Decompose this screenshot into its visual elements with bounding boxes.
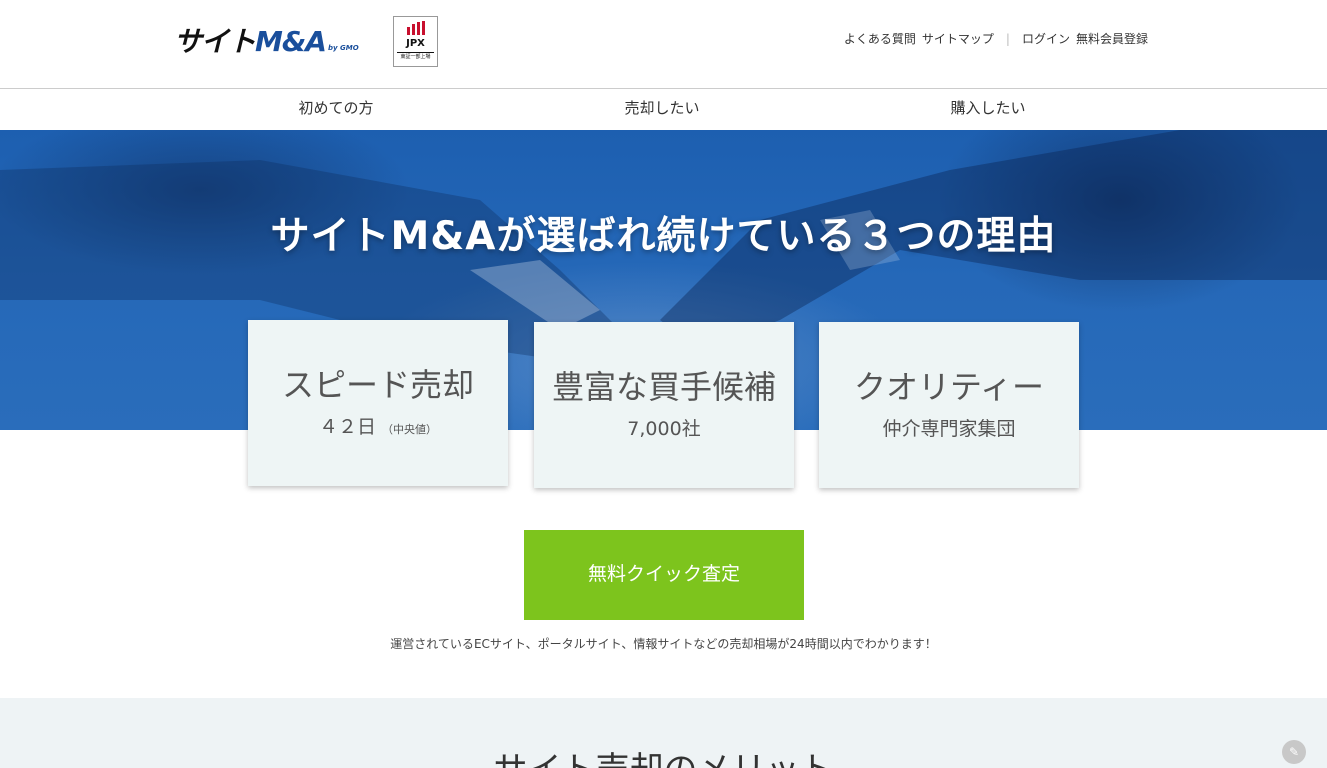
card-note: （中央値） xyxy=(382,423,438,436)
site-logo[interactable]: サイトM&A by GMO xyxy=(174,24,378,58)
card-value: ４２日 （中央値） xyxy=(318,416,438,438)
jpx-badge: JPX 東証一部上場 xyxy=(393,16,438,67)
jpx-listing-label: 東証一部上場 xyxy=(397,52,434,62)
card-title: スピード売却 xyxy=(281,366,474,404)
pencil-icon[interactable]: ✎ xyxy=(1282,740,1306,764)
login-link[interactable]: ログイン xyxy=(1022,30,1070,47)
card-value: 仲介専門家集団 xyxy=(882,418,1016,440)
card-title: 豊富な買手候補 xyxy=(551,368,776,406)
cta-note: 運営されているECサイト、ポータルサイト、情報サイトなどの売却相場が24時間以内… xyxy=(390,637,937,651)
logo-text: サイトM&A xyxy=(174,25,327,58)
section-title: サイト売却のメリット xyxy=(0,742,1327,768)
nav-item-sell[interactable]: 売却したい xyxy=(562,89,762,130)
main-nav: 初めての方 売却したい 購入したい xyxy=(0,88,1327,130)
register-link[interactable]: 無料会員登録 xyxy=(1076,30,1148,47)
hero-title: サイトM&Aが選ばれ続けている３つの理由 xyxy=(270,214,1057,259)
reason-card-quality: クオリティー 仲介専門家集団 xyxy=(819,322,1079,488)
jpx-bars-icon xyxy=(394,21,437,35)
reason-card-speed: スピード売却 ４２日 （中央値） xyxy=(248,320,508,486)
nav-item-first-time[interactable]: 初めての方 xyxy=(236,89,436,130)
card-title: クオリティー xyxy=(853,368,1045,406)
quick-appraisal-button[interactable]: 無料クイック査定 xyxy=(524,530,804,620)
logo-by-gmo: by GMO xyxy=(327,44,359,52)
utility-links: よくある質問 サイトマップ | ログイン 無料会員登録 xyxy=(844,30,1148,47)
nav-item-buy[interactable]: 購入したい xyxy=(888,89,1088,130)
reason-card-buyers: 豊富な買手候補 7,000社 xyxy=(534,322,794,488)
sitemap-link[interactable]: サイトマップ xyxy=(922,30,994,47)
divider: | xyxy=(1005,31,1010,46)
card-value: 7,000社 xyxy=(627,418,701,440)
site-header: サイトM&A by GMO JPX 東証一部上場 よくある質問 サイトマップ |… xyxy=(0,0,1327,88)
merits-section: サイト売却のメリット xyxy=(0,698,1327,768)
jpx-label: JPX xyxy=(406,38,425,49)
faq-link[interactable]: よくある質問 xyxy=(844,30,916,47)
